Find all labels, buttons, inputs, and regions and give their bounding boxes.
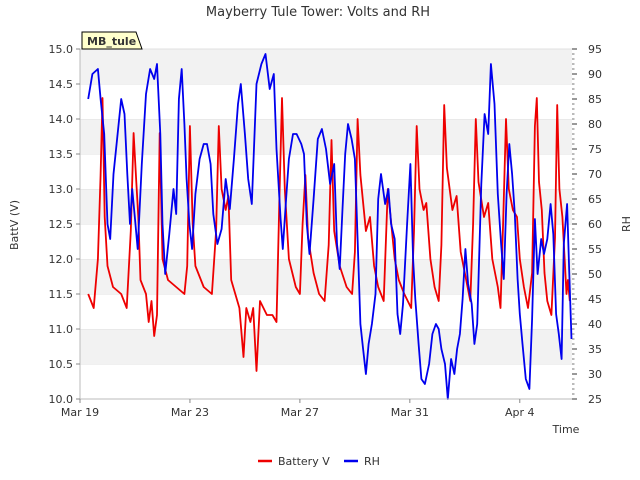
x-tick-label: Mar 19 <box>61 406 99 419</box>
legend-label-rh: RH <box>364 455 380 468</box>
legend-item-rh: RH <box>344 455 380 468</box>
y-left-tick-label: 14.0 <box>49 113 74 126</box>
x-tick-label: Mar 23 <box>171 406 209 419</box>
y-axis-left-label: BattV (V) <box>8 200 21 250</box>
y-left-tick-label: 13.0 <box>49 183 74 196</box>
y-right-tick-label: 80 <box>588 118 602 131</box>
y-right-tick-label: 35 <box>588 343 602 356</box>
y-right-tick-label: 70 <box>588 168 602 181</box>
grid-bands <box>80 48 572 399</box>
y-right-tick-label: 45 <box>588 293 602 306</box>
y-right-tick-label: 25 <box>588 393 602 406</box>
station-badge: MB_tule <box>81 31 143 50</box>
y-axis-right-label: RH <box>620 216 633 232</box>
y-right-tick-label: 75 <box>588 143 602 156</box>
y-left-tick-label: 13.5 <box>49 148 74 161</box>
y-left-tick-label: 10.0 <box>49 393 74 406</box>
legend-label-battery: Battery V <box>278 455 330 468</box>
x-tick-label: Mar 27 <box>281 406 319 419</box>
x-tick-label: Mar 31 <box>391 406 429 419</box>
y-right-tick-label: 30 <box>588 368 602 381</box>
legend-item-battery: Battery V <box>258 455 330 468</box>
right-axis: 25 30 35 40 45 50 55 60 65 70 75 80 85 90 95 <box>572 43 602 406</box>
left-axis: 10.0 10.5 11.0 11.5 12.0 12.5 13.0 13.5 14.0 14.5… <box>49 43 80 406</box>
grid-band <box>80 224 572 259</box>
y-right-tick-label: 50 <box>588 268 602 281</box>
y-left-tick-label: 12.0 <box>49 253 74 266</box>
y-left-tick-label: 10.5 <box>49 358 74 371</box>
y-right-tick-label: 55 <box>588 243 602 256</box>
y-right-tick-label: 40 <box>588 318 602 331</box>
legend: Battery V RH <box>258 455 380 468</box>
grid-band <box>80 84 572 119</box>
chart: 10.0 10.5 11.0 11.5 12.0 12.5 13.0 13.5 14.0 14.5… <box>8 5 633 468</box>
x-axis: Mar 19 Mar 23 Mar 27 Mar 31 Apr 4 <box>61 399 535 419</box>
y-left-tick-label: 11.0 <box>49 323 74 336</box>
y-right-tick-label: 90 <box>588 68 602 81</box>
y-right-tick-label: 95 <box>588 43 602 56</box>
x-axis-label: Time <box>552 423 580 436</box>
y-right-tick-label: 65 <box>588 193 602 206</box>
y-right-tick-label: 85 <box>588 93 602 106</box>
y-right-tick-label: 60 <box>588 218 602 231</box>
chart-title: Mayberry Tule Tower: Volts and RH <box>206 5 430 20</box>
station-badge-label: MB_tule <box>87 35 136 48</box>
y-left-tick-label: 12.5 <box>49 218 74 231</box>
x-tick-label: Apr 4 <box>505 406 535 419</box>
y-left-tick-label: 15.0 <box>49 43 74 56</box>
grid-band <box>80 364 572 399</box>
y-left-tick-label: 11.5 <box>49 288 74 301</box>
y-left-tick-label: 14.5 <box>49 78 74 91</box>
